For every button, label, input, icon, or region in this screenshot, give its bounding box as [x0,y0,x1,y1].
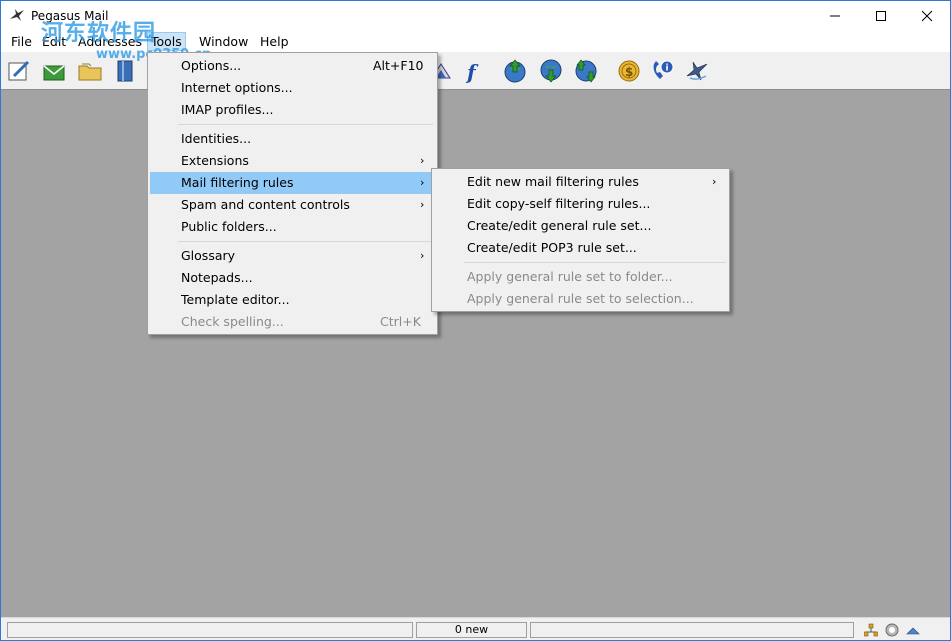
public-folders-label: Public folders... [181,219,277,234]
phone-info-icon[interactable]: i [649,58,675,84]
menu-separator [178,241,433,242]
menu-file[interactable]: File [8,34,35,49]
menu-item-options[interactable]: Options... Alt+F10 [150,55,435,77]
edit-new-filtering-label: Edit new mail filtering rules [467,174,639,189]
menu-help[interactable]: Help [257,34,292,49]
status-bar: 0 new [1,617,950,640]
tools-menu: Options... Alt+F10 Internet options... I… [147,52,438,335]
send-receive-globe-icon[interactable] [573,58,599,84]
chevron-right-icon: › [420,176,425,189]
extensions-label: Extensions [181,153,249,168]
menu-item-create-general-rule-set[interactable]: Create/edit general rule set... [434,215,727,237]
pegasus-app-icon [10,9,24,21]
minimize-button[interactable] [812,1,858,31]
status-new-count: 0 new [416,622,527,638]
identities-label: Identities... [181,131,252,146]
menu-item-spam-controls[interactable]: Spam and content controls › [150,194,435,216]
check-spelling-shortcut: Ctrl+K [380,314,421,329]
new-message-icon[interactable] [6,58,32,84]
maximize-button[interactable] [858,1,904,31]
send-mail-globe-icon[interactable] [502,58,528,84]
pegasus-icon[interactable] [684,58,710,84]
watermark-logo-text: 河东软件园 [41,20,157,46]
close-button[interactable] [904,1,950,31]
offline-icon[interactable] [885,623,899,637]
check-spelling-label: Check spelling... [181,314,284,329]
imap-profiles-label: IMAP profiles... [181,102,274,117]
options-label: Options... [181,58,242,73]
chevron-right-icon: › [712,175,717,188]
menu-item-edit-new-filtering-rules[interactable]: Edit new mail filtering rules › [434,171,727,193]
internet-options-label: Internet options... [181,80,293,95]
coins-icon[interactable]: $ [616,58,642,84]
svg-text:i: i [666,64,669,74]
template-editor-label: Template editor... [181,292,290,307]
apply-selection-label: Apply general rule set to selection... [467,291,694,306]
network-icon[interactable] [864,623,878,637]
menu-item-extensions[interactable]: Extensions › [150,150,435,172]
apply-folder-label: Apply general rule set to folder... [467,269,673,284]
open-mail-icon[interactable] [41,58,67,84]
cloud-icon[interactable] [906,623,920,637]
chevron-right-icon: › [420,154,425,167]
options-shortcut: Alt+F10 [373,58,424,73]
create-pop3-label: Create/edit POP3 rule set... [467,240,637,255]
minimize-icon [830,15,840,17]
maximize-icon [876,11,886,21]
menu-item-apply-to-folder[interactable]: Apply general rule set to folder... [434,266,727,288]
menu-separator [464,262,726,263]
menu-separator [178,124,433,125]
status-extra-pane [530,622,854,638]
menu-item-create-pop3-rule-set[interactable]: Create/edit POP3 rule set... [434,237,727,259]
notepads-label: Notepads... [181,270,253,285]
chevron-right-icon: › [420,249,425,262]
close-icon [921,10,933,22]
spam-controls-label: Spam and content controls [181,197,350,212]
menu-item-glossary[interactable]: Glossary › [150,245,435,267]
menu-item-edit-copy-self-rules[interactable]: Edit copy-self filtering rules... [434,193,727,215]
menu-item-imap-profiles[interactable]: IMAP profiles... [150,99,435,121]
status-message-pane [7,622,413,638]
menu-item-apply-to-selection[interactable]: Apply general rule set to selection... [434,288,727,310]
menu-item-public-folders[interactable]: Public folders... [150,216,435,238]
glossary-label: Glossary [181,248,236,263]
menu-item-internet-options[interactable]: Internet options... [150,77,435,99]
menu-item-mail-filtering-rules[interactable]: Mail filtering rules › [150,172,435,194]
filtering-submenu: Edit new mail filtering rules › Edit cop… [431,168,730,312]
svg-text:f: f [465,60,479,84]
menu-item-identities[interactable]: Identities... [150,128,435,150]
mail-filtering-rules-label: Mail filtering rules [181,175,294,190]
menu-item-notepads[interactable]: Notepads... [150,267,435,289]
check-mail-globe-icon[interactable] [538,58,564,84]
create-general-label: Create/edit general rule set... [467,218,652,233]
chevron-right-icon: › [420,198,425,211]
menu-item-template-editor[interactable]: Template editor... [150,289,435,311]
filters-icon[interactable]: f [460,58,486,84]
svg-text:$: $ [625,65,633,79]
edit-copy-self-label: Edit copy-self filtering rules... [467,196,651,211]
app-window: Pegasus Mail File Edit Addresses Tools W… [0,0,951,641]
menu-item-check-spelling[interactable]: Check spelling... Ctrl+K [150,311,435,333]
